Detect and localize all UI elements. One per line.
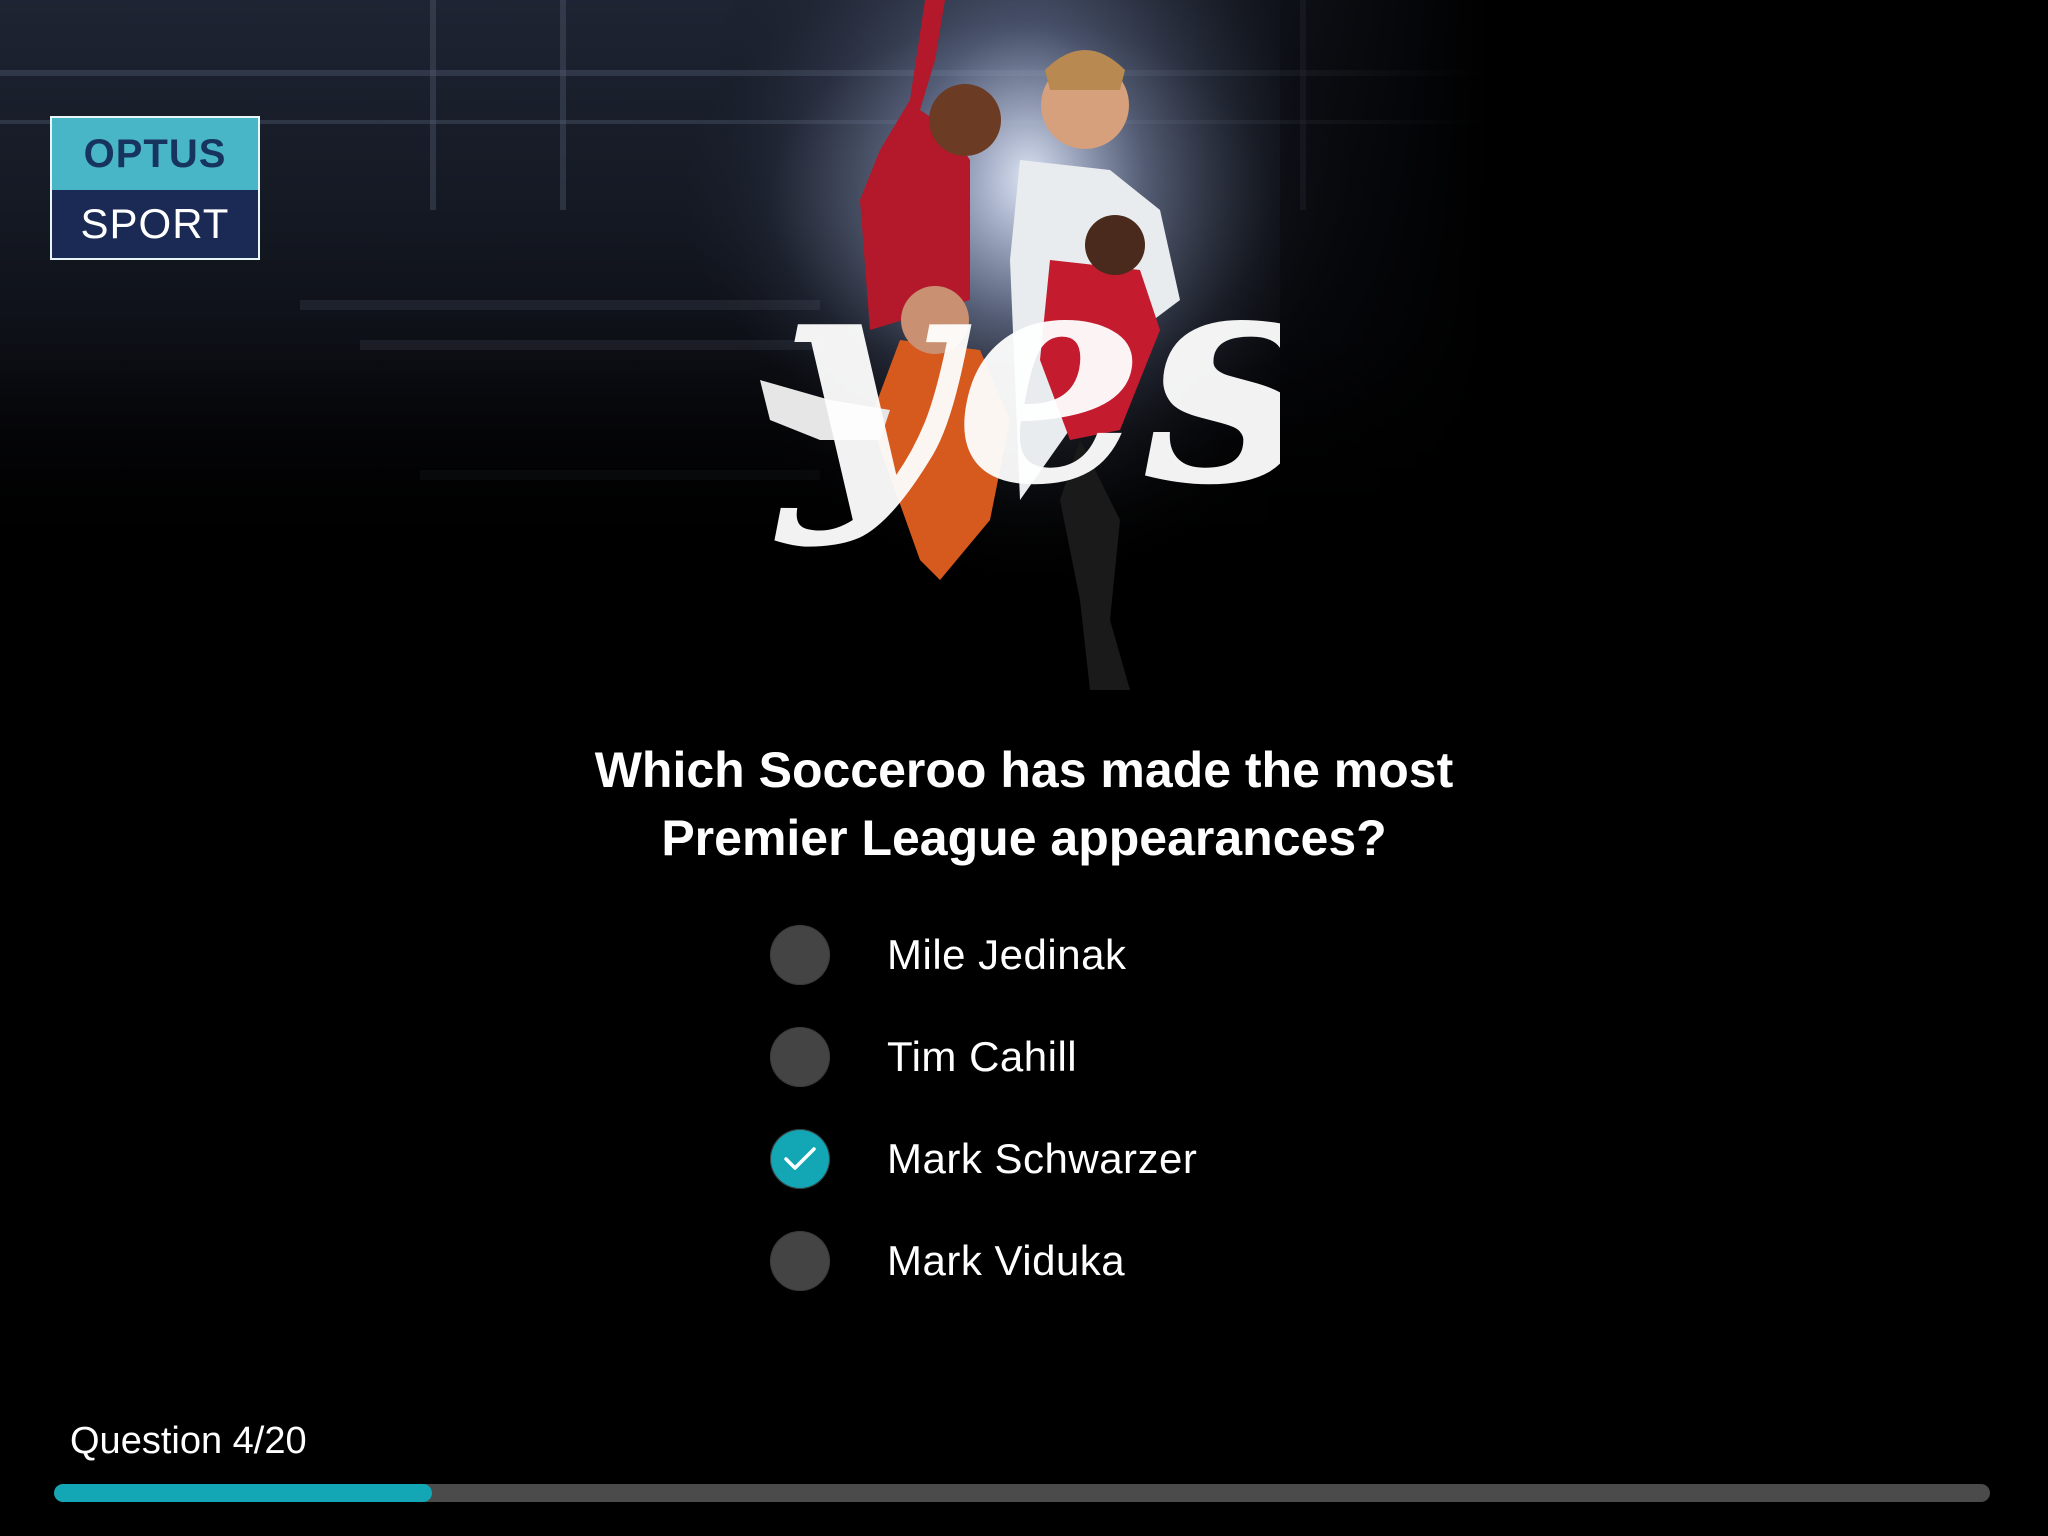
answer-label: Tim Cahill (887, 1033, 1078, 1080)
progress-bar-fill (54, 1484, 432, 1502)
svg-text:yes: yes (771, 198, 1280, 551)
answer-option-mile-jedinak[interactable]: Mile Jedinak (770, 924, 1197, 986)
radio-button[interactable] (770, 1027, 830, 1087)
radio-button-selected[interactable] (770, 1129, 830, 1189)
answer-option-mark-viduka[interactable]: Mark Viduka (770, 1230, 1197, 1292)
answer-label: Mark Viduka (887, 1237, 1126, 1284)
answer-label: Mark Schwarzer (887, 1135, 1198, 1182)
question-counter: Question 4/20 (70, 1420, 307, 1462)
question-line-1: Which Socceroo has made the most (594, 742, 1454, 798)
question-text: Which Socceroo has made the most Premier… (0, 736, 2048, 872)
logo-sport-text: SPORT (52, 190, 258, 258)
quiz-screen: OPTUS SPORT yes Which Socceroo has made … (0, 0, 2048, 1536)
quiz-progress-bar (54, 1484, 1990, 1502)
answer-options: Mile Jedinak Tim Cahill Mark Schwarzer M… (770, 924, 1197, 1332)
radio-button[interactable] (770, 925, 830, 985)
logo-optus-text: OPTUS (52, 118, 258, 190)
answer-option-mark-schwarzer[interactable]: Mark Schwarzer (770, 1128, 1197, 1190)
optus-sport-logo: OPTUS SPORT (50, 116, 260, 260)
question-line-2: Premier League appearances? (661, 810, 1387, 866)
checkmark-icon (784, 1147, 816, 1170)
answer-option-tim-cahill[interactable]: Tim Cahill (770, 1026, 1197, 1088)
answer-label: Mile Jedinak (887, 931, 1127, 978)
hero-players-image: yes (720, 0, 1280, 710)
radio-button[interactable] (770, 1231, 830, 1291)
